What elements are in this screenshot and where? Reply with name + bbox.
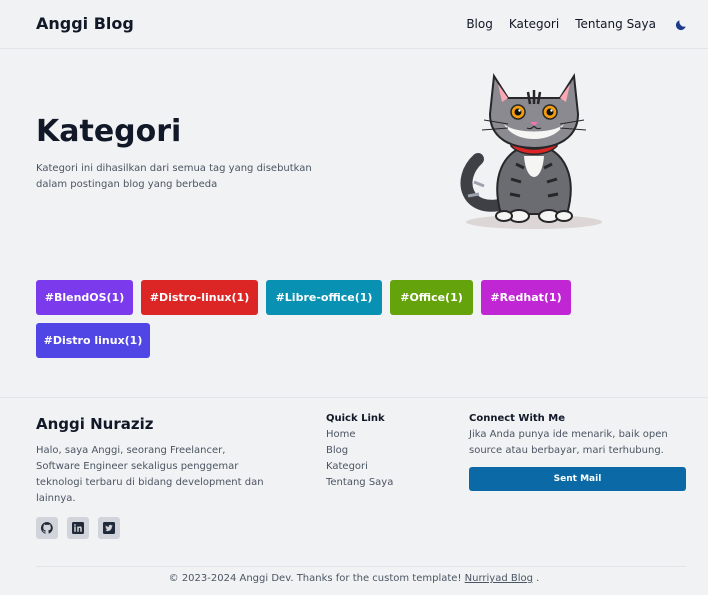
quick-link-home[interactable]: Home [326,427,393,443]
github-icon[interactable] [36,517,58,539]
nav-tentang-saya[interactable]: Tentang Saya [575,17,656,31]
quick-link-tentang-saya[interactable]: Tentang Saya [326,475,393,491]
quick-link-blog[interactable]: Blog [326,443,393,459]
copyright-suffix: . [536,573,540,584]
main-nav: Blog Kategori Tentang Saya [466,17,688,31]
social-links [36,517,129,539]
tag-distro-linux-2[interactable]: #Distro linux(1) [36,323,150,358]
nav-kategori[interactable]: Kategori [509,17,559,31]
footer-divider [0,397,708,398]
page-title: Kategori [36,114,182,149]
linkedin-icon[interactable] [67,517,89,539]
template-credit-link[interactable]: Nurriyad Blog [465,573,533,584]
tag-blendos[interactable]: #BlendOS(1) [36,280,133,315]
tag-office[interactable]: #Office(1) [390,280,473,315]
sent-mail-button[interactable]: Sent Mail [469,467,686,491]
site-header: Anggi Blog Blog Kategori Tentang Saya [0,0,708,49]
page-description: Kategori ini dihasilkan dari semua tag y… [36,163,312,190]
twitter-icon[interactable] [98,517,120,539]
cat-illustration [456,64,606,234]
connect-description: Jika Anda punya ide menarik, baik open s… [469,429,668,456]
copyright-text: © 2023-2024 Anggi Dev. Thanks for the cu… [168,573,465,584]
brand-logo[interactable]: Anggi Blog [36,14,134,33]
copyright: © 2023-2024 Anggi Dev. Thanks for the cu… [0,573,708,584]
moon-icon[interactable] [674,17,688,31]
bottom-divider [36,566,686,567]
nav-blog[interactable]: Blog [466,17,493,31]
quick-link-list: Home Blog Kategori Tentang Saya [326,427,393,491]
footer-author-name: Anggi Nuraziz [36,415,154,433]
tag-redhat[interactable]: #Redhat(1) [481,280,571,315]
tag-distro-linux[interactable]: #Distro-linux(1) [141,280,258,315]
tag-libre-office[interactable]: #Libre-office(1) [266,280,382,315]
quick-link-title: Quick Link [326,413,385,424]
quick-link-kategori[interactable]: Kategori [326,459,393,475]
connect-title: Connect With Me [469,413,565,424]
footer-bio: Halo, saya Anggi, seorang Freelancer, So… [36,445,264,504]
